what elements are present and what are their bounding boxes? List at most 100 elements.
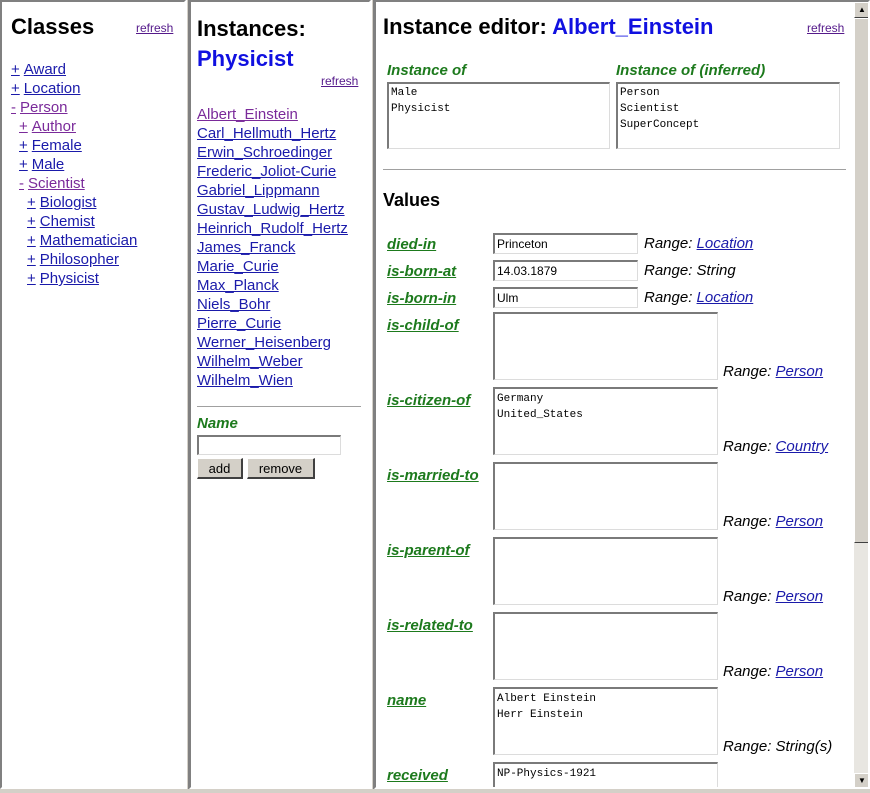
- property-label-is-child-of[interactable]: is-child-of: [387, 317, 459, 334]
- class-tree-item: + Physicist: [11, 269, 137, 288]
- property-value-died-in[interactable]: Princeton: [493, 233, 638, 254]
- property-label-is-married-to[interactable]: is-married-to: [387, 467, 479, 484]
- listbox-option[interactable]: Physicist: [391, 101, 607, 117]
- scroll-up-icon[interactable]: ▲: [854, 2, 868, 18]
- class-link[interactable]: Philosopher: [40, 251, 119, 268]
- list-item: Heinrich_Rudolf_Hertz: [197, 219, 348, 238]
- range-prefix: Range:: [723, 588, 772, 605]
- remove-button[interactable]: remove: [247, 458, 315, 479]
- list-item: James_Franck: [197, 238, 348, 257]
- classes-refresh-link[interactable]: refresh: [136, 21, 173, 35]
- editor-refresh-link[interactable]: refresh: [807, 21, 844, 35]
- property-label-died-in[interactable]: died-in: [387, 236, 436, 253]
- expand-toggle[interactable]: +: [27, 194, 36, 211]
- range-link[interactable]: Country: [776, 438, 829, 455]
- instance-link[interactable]: Wilhelm_Weber: [197, 353, 303, 370]
- property-value-name[interactable]: Albert Einstein Herr Einstein: [493, 687, 718, 755]
- list-item: Pierre_Curie: [197, 314, 348, 333]
- instances-title: Instances: Physicist: [197, 14, 306, 74]
- instance-link[interactable]: Heinrich_Rudolf_Hertz: [197, 220, 348, 237]
- listbox-option[interactable]: Scientist: [620, 101, 837, 117]
- range-info: Range: Location: [644, 289, 753, 306]
- instance-of-inferred-listbox[interactable]: Person Scientist SuperConcept: [616, 82, 840, 149]
- property-value-is-born-at[interactable]: 14.03.1879: [493, 260, 638, 281]
- class-link[interactable]: Biologist: [40, 194, 97, 211]
- instance-link[interactable]: Niels_Bohr: [197, 296, 270, 313]
- name-input[interactable]: [197, 435, 341, 455]
- range-info: Range: String(s): [723, 738, 832, 755]
- property-value-is-parent-of[interactable]: [493, 537, 718, 605]
- listbox-option[interactable]: Person: [620, 85, 837, 101]
- range-prefix: Range:: [723, 363, 772, 380]
- range-prefix: Range:: [723, 663, 772, 680]
- expand-toggle[interactable]: +: [27, 213, 36, 230]
- class-link[interactable]: Male: [32, 156, 65, 173]
- expand-toggle[interactable]: +: [11, 80, 20, 97]
- property-value-received[interactable]: NP-Physics-1921: [493, 762, 718, 787]
- property-label-is-parent-of[interactable]: is-parent-of: [387, 542, 470, 559]
- class-link[interactable]: Physicist: [40, 270, 99, 287]
- instance-link[interactable]: Werner_Heisenberg: [197, 334, 331, 351]
- class-tree-item: + Male: [11, 155, 137, 174]
- property-value-is-married-to[interactable]: [493, 462, 718, 530]
- instance-link[interactable]: Max_Planck: [197, 277, 279, 294]
- instance-of-label: Instance of: [387, 62, 467, 79]
- scroll-down-icon[interactable]: ▼: [854, 773, 868, 787]
- expand-toggle[interactable]: +: [11, 61, 20, 78]
- expand-toggle[interactable]: +: [19, 137, 28, 154]
- range-link[interactable]: Person: [776, 663, 824, 680]
- list-item: Max_Planck: [197, 276, 348, 295]
- expand-toggle[interactable]: +: [19, 118, 28, 135]
- property-label-is-citizen-of[interactable]: is-citizen-of: [387, 392, 470, 409]
- property-value-is-related-to[interactable]: [493, 612, 718, 680]
- expand-toggle[interactable]: +: [27, 232, 36, 249]
- expand-toggle[interactable]: +: [27, 251, 36, 268]
- range-link[interactable]: Person: [776, 588, 824, 605]
- property-label-name[interactable]: name: [387, 692, 426, 709]
- expand-toggle[interactable]: +: [27, 270, 36, 287]
- instances-refresh-link[interactable]: refresh: [321, 74, 358, 88]
- range-info: Range: Location: [644, 235, 753, 252]
- listbox-option[interactable]: SuperConcept: [620, 117, 837, 133]
- range-link[interactable]: Location: [697, 289, 754, 306]
- property-label-received[interactable]: received: [387, 767, 448, 784]
- instance-link[interactable]: Frederic_Joliot-Curie: [197, 163, 336, 180]
- instance-link[interactable]: Carl_Hellmuth_Hertz: [197, 125, 336, 142]
- scrollbar[interactable]: ▲ ▼: [854, 2, 868, 787]
- range-link[interactable]: Person: [776, 363, 824, 380]
- class-link[interactable]: Author: [32, 118, 76, 135]
- instance-link[interactable]: James_Franck: [197, 239, 295, 256]
- listbox-option[interactable]: Male: [391, 85, 607, 101]
- range-link[interactable]: Person: [776, 513, 824, 530]
- class-link[interactable]: Location: [24, 80, 81, 97]
- class-link[interactable]: Female: [32, 137, 82, 154]
- instance-link[interactable]: Albert_Einstein: [197, 106, 298, 123]
- property-value-is-citizen-of[interactable]: Germany United_States: [493, 387, 718, 455]
- instance-link[interactable]: Erwin_Schroedinger: [197, 144, 332, 161]
- property-value-is-born-in[interactable]: Ulm: [493, 287, 638, 308]
- instance-link[interactable]: Marie_Curie: [197, 258, 279, 275]
- editor-frame: Instance editor: Albert_Einstein refresh…: [374, 0, 870, 789]
- class-link[interactable]: Person: [20, 99, 68, 116]
- instance-link[interactable]: Wilhelm_Wien: [197, 372, 293, 389]
- add-button[interactable]: add: [197, 458, 243, 479]
- instance-link[interactable]: Pierre_Curie: [197, 315, 281, 332]
- class-tree-item: + Chemist: [11, 212, 137, 231]
- scrollbar-thumb[interactable]: [854, 18, 868, 543]
- collapse-toggle[interactable]: -: [11, 99, 16, 116]
- class-link[interactable]: Scientist: [28, 175, 85, 192]
- property-label-is-related-to[interactable]: is-related-to: [387, 617, 473, 634]
- property-value-is-child-of[interactable]: [493, 312, 718, 380]
- class-tree-item: - Person: [11, 98, 137, 117]
- class-link[interactable]: Mathematician: [40, 232, 138, 249]
- property-label-is-born-at[interactable]: is-born-at: [387, 263, 456, 280]
- instance-of-listbox[interactable]: Male Physicist: [387, 82, 610, 149]
- class-link[interactable]: Chemist: [40, 213, 95, 230]
- class-link[interactable]: Award: [24, 61, 66, 78]
- collapse-toggle[interactable]: -: [19, 175, 24, 192]
- instance-link[interactable]: Gabriel_Lippmann: [197, 182, 320, 199]
- property-label-is-born-in[interactable]: is-born-in: [387, 290, 456, 307]
- instance-link[interactable]: Gustav_Ludwig_Hertz: [197, 201, 345, 218]
- range-link[interactable]: Location: [697, 235, 754, 252]
- expand-toggle[interactable]: +: [19, 156, 28, 173]
